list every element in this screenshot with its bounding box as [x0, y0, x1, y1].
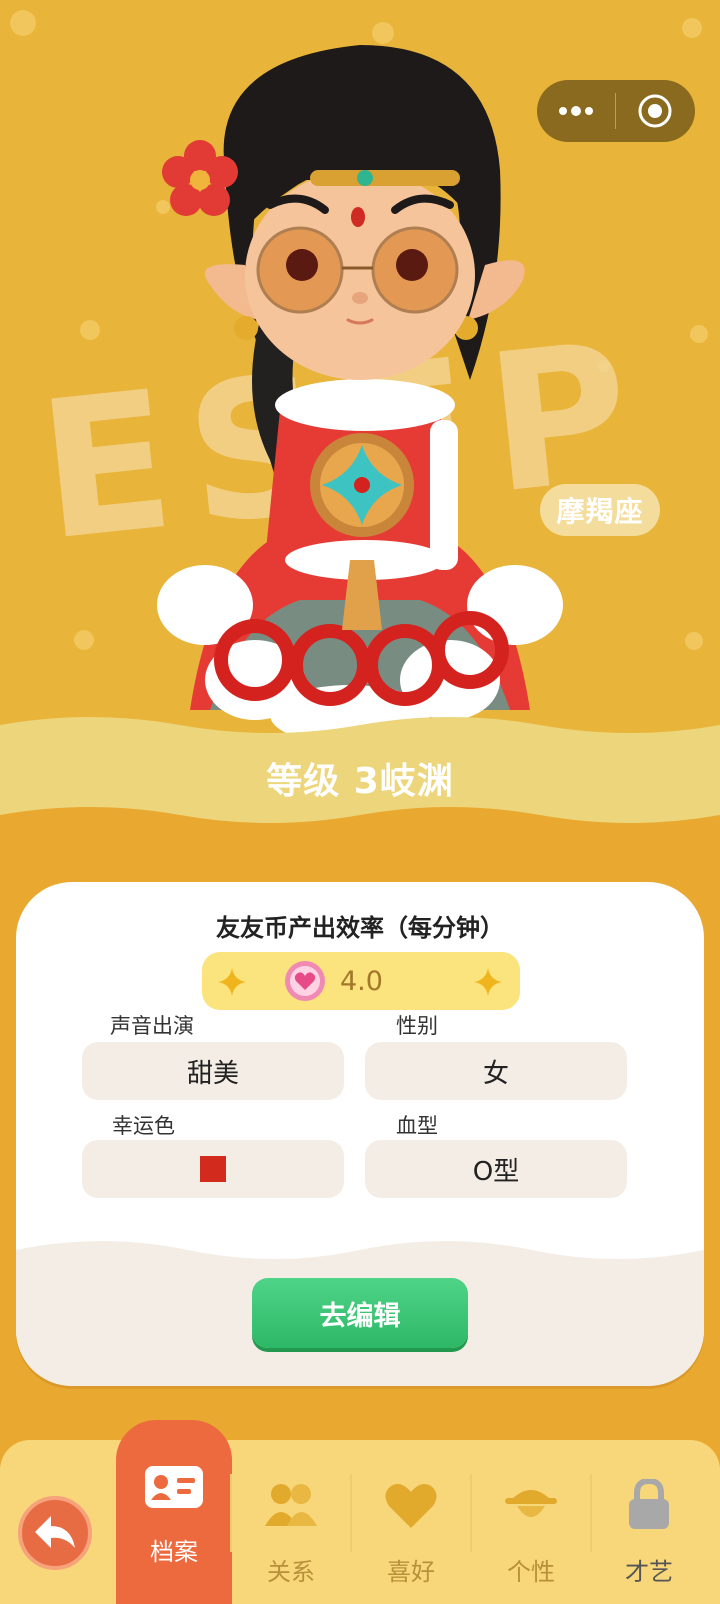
- back-arrow-icon: [35, 1516, 75, 1548]
- mini-program-capsule: [537, 80, 695, 142]
- tab-relations[interactable]: 关系: [232, 1460, 350, 1590]
- tab-personality[interactable]: 个性: [472, 1460, 590, 1590]
- tab-personality-label: 个性: [507, 1558, 555, 1586]
- sparkle-icon: [474, 968, 502, 996]
- more-dots-icon[interactable]: [537, 80, 615, 142]
- lucky-color-label: 幸运色: [112, 1114, 175, 1138]
- blood-type-box: O型: [365, 1140, 627, 1198]
- gender-value-box: 女: [365, 1042, 627, 1100]
- profile-card-icon: [115, 1442, 233, 1532]
- efficiency-pill: 4.0: [202, 952, 520, 1010]
- heart-icon: [352, 1460, 470, 1550]
- tab-profile-label: 档案: [150, 1538, 198, 1566]
- bg-dot: [685, 632, 703, 650]
- heart-coin-icon: [285, 961, 325, 1001]
- avatar-illustration: [157, 45, 563, 740]
- target-close-icon[interactable]: [616, 80, 694, 142]
- back-button[interactable]: [18, 1496, 92, 1570]
- bg-dot: [690, 325, 708, 343]
- gender-label: 性别: [396, 1014, 438, 1038]
- tab-likes[interactable]: 喜好: [352, 1460, 470, 1590]
- blood-type-label: 血型: [396, 1114, 438, 1138]
- sparkle-icon: [218, 968, 246, 996]
- bg-dot: [80, 320, 100, 340]
- avatar-hero: ESFP: [0, 0, 720, 740]
- voice-label: 声音出演: [110, 1014, 194, 1038]
- efficiency-title: 友友币产出效率（每分钟）: [216, 914, 504, 942]
- hat-person-icon: [472, 1460, 590, 1550]
- tab-talent[interactable]: 才艺: [590, 1460, 708, 1590]
- lucky-color-swatch: [200, 1156, 226, 1182]
- efficiency-value: 4.0: [340, 966, 383, 997]
- tab-talent-label: 才艺: [625, 1558, 673, 1586]
- profile-card: 友友币产出效率（每分钟） 4.0 声音出演 甜美 性别 女 幸运色 血型 O型 …: [16, 882, 704, 1386]
- bg-dot: [10, 10, 36, 36]
- level-label: 等级 3岐渊: [266, 761, 454, 802]
- bg-dot: [682, 18, 702, 38]
- edit-button[interactable]: 去编辑: [252, 1278, 468, 1348]
- bg-dot: [74, 630, 94, 650]
- lock-icon: [590, 1460, 708, 1550]
- tab-likes-label: 喜好: [387, 1558, 435, 1586]
- tab-profile[interactable]: 档案: [115, 1442, 233, 1572]
- voice-value-box: 甜美: [82, 1042, 344, 1100]
- zodiac-badge: 摩羯座: [540, 484, 660, 536]
- lucky-color-box: [82, 1140, 344, 1198]
- people-icon: [232, 1460, 350, 1550]
- tab-relations-label: 关系: [267, 1558, 315, 1586]
